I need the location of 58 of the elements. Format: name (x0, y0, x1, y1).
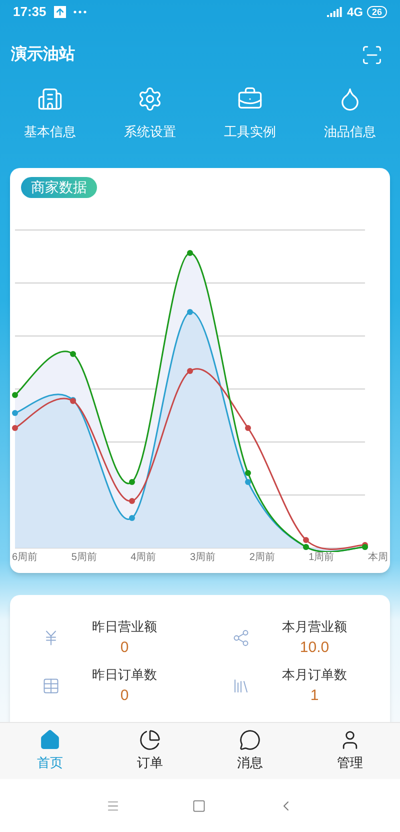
table-icon (42, 677, 60, 695)
stat-label: 本月营业额 (282, 618, 347, 636)
section-badge: 商家数据 (21, 177, 97, 198)
data-point (245, 470, 251, 476)
menu-icon (106, 798, 120, 812)
axis-label: 6周前 (12, 551, 38, 565)
upload-icon (54, 6, 66, 18)
page-title: 演示油站 (11, 44, 75, 65)
menu-button[interactable] (106, 798, 120, 812)
shortcut-button[interactable]: 基本信息 (0, 86, 100, 168)
stat-value: 0 (120, 686, 129, 706)
data-point (70, 351, 76, 357)
settings-icon (137, 86, 163, 112)
axis-label: 5周前 (71, 551, 97, 565)
tab-button[interactable]: 管理 (300, 723, 400, 779)
stat-label: 昨日营业额 (92, 618, 157, 636)
data-point (12, 425, 18, 431)
data-point (129, 515, 135, 521)
square-icon (192, 798, 206, 812)
data-point (245, 425, 251, 431)
axis-label: 3周前 (190, 551, 216, 565)
building-icon (37, 86, 63, 112)
stat-label: 本月订单数 (282, 666, 347, 684)
data-point (129, 479, 135, 485)
data-point (245, 479, 251, 485)
axis-label: 4周前 (130, 551, 156, 565)
chat-icon (239, 729, 261, 752)
more-icon (73, 10, 88, 14)
tab-button[interactable]: 消息 (200, 723, 300, 779)
stat-value: 0 (120, 638, 129, 658)
data-point (129, 498, 135, 504)
stat-value: 1 (310, 686, 319, 706)
signal-icon (326, 7, 343, 17)
data-point (12, 392, 18, 398)
data-point (12, 410, 18, 416)
shortcut-button[interactable]: 系统设置 (100, 86, 200, 168)
books-icon (232, 677, 250, 695)
data-point (187, 368, 193, 374)
tab-button[interactable]: 首页 (0, 723, 100, 779)
axis-label: 2周前 (249, 551, 275, 565)
axis-label: 本周 (368, 550, 388, 565)
home-icon (39, 729, 61, 752)
data-point (187, 250, 193, 256)
home-button[interactable] (192, 798, 206, 812)
shortcut-button[interactable]: 油品信息 (300, 86, 400, 168)
share-icon (232, 629, 250, 647)
stat-value: 10.0 (300, 638, 330, 658)
status-time: 17:35 (13, 3, 46, 22)
stat-label: 昨日订单数 (92, 666, 157, 684)
shortcut-button[interactable]: 工具实例 (200, 86, 300, 168)
tab-button[interactable]: 订单 (100, 723, 200, 779)
axis-label: 1周前 (308, 551, 334, 565)
data-point (187, 309, 193, 315)
scan-icon (361, 44, 383, 66)
battery-indicator: 26 (366, 6, 387, 18)
pie-chart-icon (139, 729, 161, 752)
scan-button[interactable] (361, 44, 383, 66)
network-type: 4G (346, 4, 363, 21)
